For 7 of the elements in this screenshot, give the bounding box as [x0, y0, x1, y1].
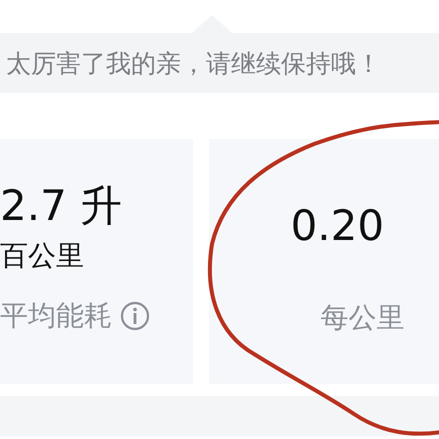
- stat-label: 每公里: [320, 300, 405, 336]
- stat-value: 0.20: [290, 201, 386, 252]
- stat-value: 2.7 升: [0, 181, 124, 232]
- stat-unit: 百公里: [0, 238, 85, 274]
- encouragement-text: 太厉害了我的亲，请继续保持哦！: [6, 48, 381, 80]
- info-icon[interactable]: [120, 301, 150, 332]
- stat-label: 平均能耗: [0, 298, 112, 334]
